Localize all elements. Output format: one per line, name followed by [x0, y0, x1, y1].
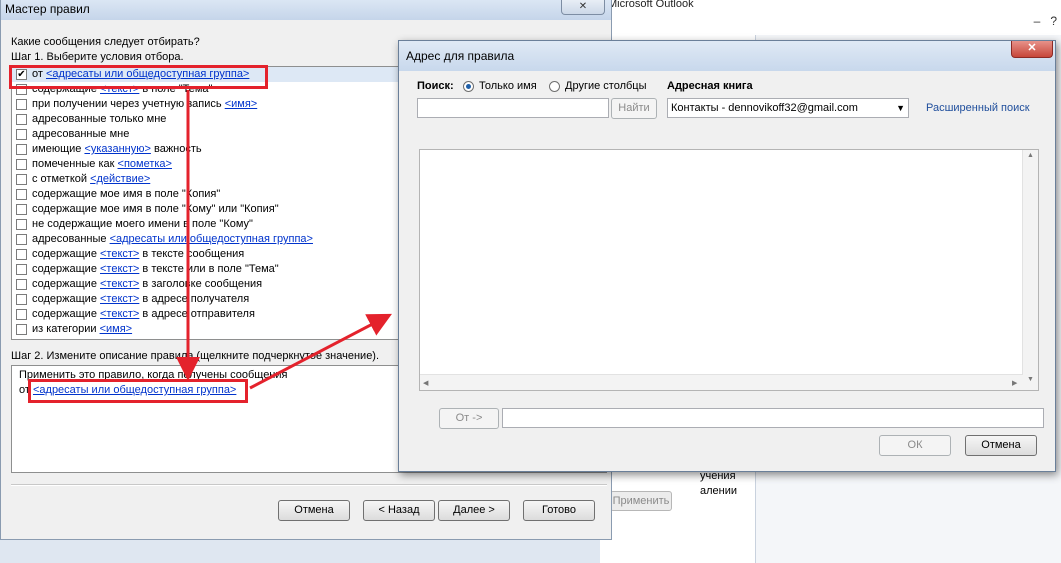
apply-button-background: Применить	[610, 491, 672, 511]
condition-checkbox[interactable]	[16, 159, 27, 170]
annotation-highlight-condition	[9, 65, 268, 89]
condition-checkbox[interactable]	[16, 189, 27, 200]
condition-checkbox[interactable]	[16, 234, 27, 245]
condition-text: не содержащие моего имени в поле "Кому"	[32, 218, 253, 230]
condition-checkbox[interactable]	[16, 264, 27, 275]
condition-text: в тексте сообщения	[139, 248, 245, 260]
condition-checkbox[interactable]	[16, 204, 27, 215]
scroll-left-icon[interactable]: ◀	[423, 379, 428, 387]
condition-checkbox[interactable]	[16, 219, 27, 230]
condition-link[interactable]: <текст>	[100, 308, 139, 320]
close-icon: ✕	[1027, 42, 1037, 54]
condition-text: в адресе отправителя	[139, 308, 255, 320]
condition-text: содержащие мое имя в поле "Кому" или "Ко…	[32, 203, 279, 215]
condition-link[interactable]: <текст>	[100, 248, 139, 260]
condition-text: содержащие	[32, 278, 100, 290]
outlook-partial-text-2: алении	[700, 485, 738, 497]
wizard-next-button[interactable]: Далее >	[438, 500, 510, 521]
wizard-back-button[interactable]: < Назад	[363, 500, 435, 521]
condition-checkbox[interactable]	[16, 114, 27, 125]
wizard-finish-button[interactable]: Готово	[523, 500, 595, 521]
wizard-titlebar: Мастер правил ✕	[1, 0, 611, 20]
address-results-list[interactable]: ▲ ▼ ◀ ▶	[419, 149, 1039, 391]
address-dialog-titlebar: Адрес для правила ✕	[399, 41, 1055, 71]
condition-text: из категории	[32, 323, 100, 335]
step1-label: Шаг 1. Выберите условия отбора.	[11, 51, 184, 63]
condition-text: содержащие	[32, 263, 100, 275]
condition-link[interactable]: <пометка>	[118, 158, 172, 170]
condition-checkbox[interactable]	[16, 294, 27, 305]
condition-checkbox[interactable]	[16, 309, 27, 320]
condition-checkbox[interactable]	[16, 144, 27, 155]
from-field[interactable]	[502, 408, 1044, 428]
radio-other-columns[interactable]	[549, 81, 560, 92]
wizard-close-button[interactable]: ✕	[561, 0, 605, 15]
advanced-search-link[interactable]: Расширенный поиск	[926, 102, 1030, 114]
address-book-value: Контакты - dennovikoff32@gmail.com	[671, 102, 858, 114]
condition-link[interactable]: <указанную>	[84, 143, 150, 155]
wizard-cancel-button[interactable]: Отмена	[278, 500, 350, 521]
condition-text: адресованные только мне	[32, 113, 167, 125]
condition-link[interactable]: <текст>	[100, 278, 139, 290]
step2-label: Шаг 2. Измените описание правила (щелкни…	[11, 350, 380, 362]
address-book-label: Адресная книга	[667, 80, 753, 92]
results-vertical-scrollbar[interactable]: ▲ ▼	[1022, 150, 1038, 390]
wizard-title: Мастер правил	[5, 2, 90, 16]
condition-link[interactable]: <имя>	[225, 98, 258, 110]
close-icon: ✕	[578, 1, 588, 12]
condition-text: имеющие	[32, 143, 85, 155]
dropdown-arrow-icon: ▼	[896, 103, 905, 113]
scroll-down-icon[interactable]: ▼	[1027, 376, 1034, 383]
address-cancel-button[interactable]: Отмена	[965, 435, 1037, 456]
from-button[interactable]: От ->	[439, 408, 499, 429]
condition-link[interactable]: <текст>	[100, 263, 139, 275]
ok-button[interactable]: ОК	[879, 435, 951, 456]
address-dialog-body: Поиск: Только имя Другие столбцы Адресна…	[407, 71, 1047, 465]
results-horizontal-scrollbar[interactable]: ◀ ▶	[420, 374, 1023, 390]
radio-name-only-label[interactable]: Только имя	[479, 80, 537, 92]
condition-text: содержащие	[32, 248, 100, 260]
condition-checkbox[interactable]	[16, 129, 27, 140]
condition-text: содержащие	[32, 308, 100, 320]
find-button[interactable]: Найти	[611, 98, 657, 119]
address-book-select[interactable]: Контакты - dennovikoff32@gmail.com ▼	[667, 98, 909, 118]
condition-text: при получении через учетную запись	[32, 98, 225, 110]
address-for-rule-dialog: Адрес для правила ✕ Поиск: Только имя Др…	[398, 40, 1056, 472]
annotation-highlight-description	[28, 379, 248, 403]
condition-text: содержащие мое имя в поле "Копия"	[32, 188, 221, 200]
minimize-icon[interactable]: –	[1034, 14, 1041, 28]
address-dialog-title: Адрес для правила	[406, 49, 515, 63]
scroll-right-icon[interactable]: ▶	[1012, 379, 1017, 387]
condition-link[interactable]: <действие>	[90, 173, 150, 185]
address-dialog-close-button[interactable]: ✕	[1011, 41, 1053, 58]
radio-name-only[interactable]	[463, 81, 474, 92]
condition-checkbox[interactable]	[16, 324, 27, 335]
radio-other-columns-label[interactable]: Другие столбцы	[565, 80, 647, 92]
condition-text: помеченные как	[32, 158, 118, 170]
condition-checkbox[interactable]	[16, 279, 27, 290]
search-input[interactable]	[417, 98, 609, 118]
condition-text: в заголовке сообщения	[139, 278, 263, 290]
condition-text: адресованные	[32, 233, 110, 245]
condition-link[interactable]: <текст>	[100, 293, 139, 305]
condition-checkbox[interactable]	[16, 249, 27, 260]
condition-text: в адресе получателя	[139, 293, 250, 305]
outlook-window-controls: – ?	[1034, 14, 1057, 28]
condition-text: важность	[150, 143, 202, 155]
condition-text: в тексте или в поле "Тема"	[139, 263, 279, 275]
wizard-separator	[11, 484, 607, 486]
condition-text: содержащие	[32, 293, 100, 305]
condition-checkbox[interactable]	[16, 99, 27, 110]
condition-link[interactable]: <имя>	[100, 323, 133, 335]
outlook-title: Microsoft Outlook	[608, 0, 694, 10]
condition-text: адресованные мне	[32, 128, 130, 140]
condition-link[interactable]: <адресаты или общедоступная группа>	[110, 233, 313, 245]
condition-text: с отметкой	[32, 173, 91, 185]
scroll-up-icon[interactable]: ▲	[1027, 152, 1034, 159]
search-label: Поиск:	[417, 80, 454, 92]
help-icon[interactable]: ?	[1050, 14, 1057, 28]
condition-checkbox[interactable]	[16, 174, 27, 185]
question-label: Какие сообщения следует отбирать?	[11, 36, 200, 48]
